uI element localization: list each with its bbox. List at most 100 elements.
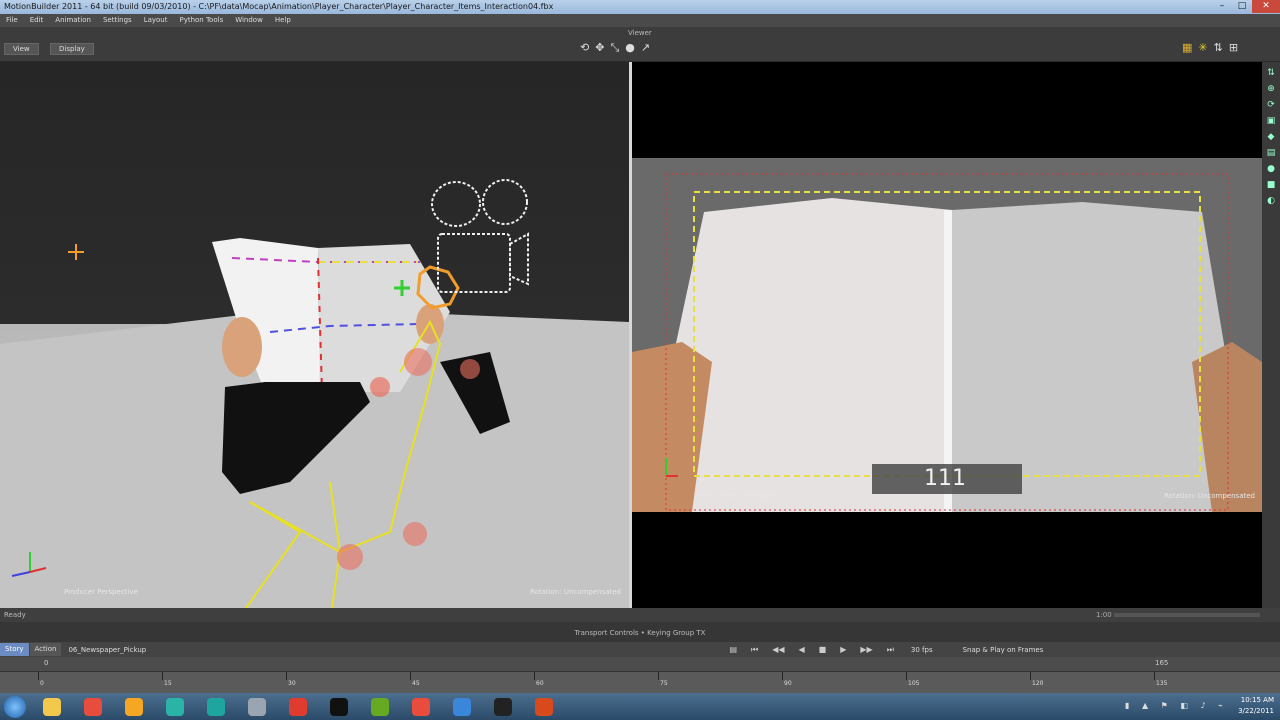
taskbar-apps	[30, 694, 563, 719]
play-button-icon[interactable]: ▶	[840, 645, 846, 654]
zoom-slider[interactable]	[1114, 613, 1260, 617]
transport-bar-label: Transport Controls • Keying Group TX	[574, 629, 706, 637]
viewer-toolbar: View Display Viewer ⟲ ✥ ⤡ ● ↗ ▦ ✳ ⇅ ⊞	[0, 27, 1280, 62]
folder-taskbar-button[interactable]	[115, 694, 153, 719]
eleven-icon	[330, 697, 348, 716]
prev-frame-icon[interactable]: ◀	[799, 645, 805, 654]
take-name[interactable]: 06_Newspaper_Pickup	[62, 646, 722, 654]
transport-controls: Story Action 06_Newspaper_Pickup ▤ ⏮ ◀◀ …	[0, 642, 1280, 657]
viewport-producer-perspective[interactable]: Producer Perspective Rotation: Uncompens…	[0, 62, 629, 608]
orbit-icon[interactable]: ⟳	[1267, 100, 1275, 110]
calendar-icon	[248, 697, 266, 716]
timeline-tick-label: 30	[288, 680, 296, 687]
obs-icon	[494, 697, 512, 716]
timeline-tick	[38, 672, 39, 680]
timeline-tick-label: 90	[784, 680, 792, 687]
menu-layout[interactable]: Layout	[144, 14, 168, 27]
menu-bar: File Edit Animation Settings Layout Pyth…	[0, 14, 1280, 27]
view-button[interactable]: View	[4, 43, 39, 55]
title-bar: MotionBuilder 2011 - 64 bit (build 09/03…	[0, 0, 1280, 14]
select-tool-icon[interactable]: ●	[625, 41, 635, 55]
record-icon	[535, 697, 553, 716]
system-tray-icons[interactable]: ▮ ▲ ⚑ ◧ ♪ ⌁	[1125, 701, 1228, 710]
rotate-tool-icon[interactable]: ⟲	[580, 41, 589, 55]
prev-key-icon[interactable]: ◀◀	[772, 645, 784, 654]
snap-mode-select[interactable]: Snap & Play on Frames	[963, 646, 1044, 654]
menu-animation[interactable]: Animation	[55, 14, 91, 27]
maya-taskbar-button[interactable]	[197, 694, 235, 719]
camera-render	[632, 158, 1262, 512]
light-icon[interactable]: ✳	[1198, 41, 1207, 54]
eleven-taskbar-button[interactable]	[320, 694, 358, 719]
right-camera-label: FPF_Camera (Perspective)	[698, 492, 790, 500]
window-controls: – □ ✕	[1212, 0, 1280, 14]
clock-date: 3/22/2011	[1238, 707, 1274, 715]
timeline-header: 0 165	[0, 657, 1280, 671]
timeline-tick-label: 75	[660, 680, 668, 687]
timeline-ruler[interactable]: 0 15 30 45 60 75 90 105 120 135	[0, 671, 1280, 693]
camera-wireframe-icon	[431, 179, 529, 293]
calendar-taskbar-button[interactable]	[238, 694, 276, 719]
obs-taskbar-button[interactable]	[484, 694, 522, 719]
menu-python-tools[interactable]: Python Tools	[179, 14, 223, 27]
status-text: Ready	[4, 611, 26, 619]
sphere-icon[interactable]: ●	[1267, 164, 1275, 174]
menu-edit[interactable]: Edit	[30, 14, 44, 27]
maya-icon	[207, 697, 225, 716]
cube-icon[interactable]: ■	[1267, 180, 1276, 190]
zoom-icon[interactable]: ⊕	[1267, 84, 1275, 94]
left-camera-label: Producer Perspective	[64, 588, 138, 596]
chrome-taskbar-button[interactable]	[74, 694, 112, 719]
end-frame[interactable]: 165	[1155, 659, 1168, 667]
transform-tools: ⟲ ✥ ⤡ ● ↗	[580, 41, 650, 55]
goto-start-icon[interactable]: ⏮	[751, 645, 758, 655]
timeline-tick	[410, 672, 411, 680]
status-bar: Ready 1:00	[0, 608, 1280, 622]
close-button[interactable]: ✕	[1252, 0, 1280, 13]
maximize-button[interactable]: □	[1232, 0, 1252, 13]
menu-settings[interactable]: Settings	[103, 14, 132, 27]
timeline-tick	[286, 672, 287, 680]
stop-icon[interactable]: ■	[819, 645, 827, 654]
chrome-icon	[84, 697, 102, 716]
viewport-fpf-camera[interactable]: 111 FPF_Camera (Perspective) Rotation: U…	[632, 62, 1262, 608]
current-frame[interactable]: 0	[44, 659, 48, 667]
tab-story[interactable]: Story	[0, 643, 29, 656]
record-taskbar-button[interactable]	[525, 694, 563, 719]
minimize-button[interactable]: –	[1212, 0, 1232, 13]
chrome2-taskbar-button[interactable]	[402, 694, 440, 719]
clock[interactable]: 10:15 AM 3/22/2011	[1238, 695, 1274, 717]
frame-icon[interactable]: ▣	[1267, 116, 1276, 126]
camera-switch-icon[interactable]: ⇅	[1214, 41, 1223, 54]
explorer-taskbar-button[interactable]	[33, 694, 71, 719]
move-tool-icon[interactable]: ✥	[595, 41, 604, 55]
scene-render	[0, 179, 629, 608]
goto-end-icon[interactable]: ⏭	[887, 645, 894, 655]
pivot-tool-icon[interactable]: ↗	[641, 41, 650, 55]
next-frame-icon[interactable]: ▶▶	[860, 645, 872, 654]
frame-counter: 111	[924, 466, 966, 491]
menu-help[interactable]: Help	[275, 14, 291, 27]
greenapp-taskbar-button[interactable]	[361, 694, 399, 719]
display-button[interactable]: Display	[50, 43, 94, 55]
pan-icon[interactable]: ⇅	[1267, 68, 1275, 78]
lock-icon[interactable]: ▤	[1267, 148, 1276, 158]
fps-select[interactable]: 30 fps	[911, 646, 933, 654]
vivaldi-taskbar-button[interactable]	[279, 694, 317, 719]
timeline-tick-label: 0	[40, 680, 44, 687]
tab-action[interactable]: Action	[29, 643, 62, 656]
render-icon[interactable]: ▦	[1182, 41, 1192, 54]
menu-window[interactable]: Window	[235, 14, 263, 27]
paint-taskbar-button[interactable]	[443, 694, 481, 719]
timeline-tick	[162, 672, 163, 680]
scale-tool-icon[interactable]: ⤡	[610, 41, 619, 55]
key-icon[interactable]: ◆	[1268, 132, 1275, 142]
bone-icon[interactable]: ◐	[1267, 196, 1275, 206]
options-icon[interactable]: ⊞	[1229, 41, 1238, 54]
left-mode-label: Rotation: Uncompensated	[530, 588, 621, 596]
motionbuilder-taskbar-button[interactable]	[156, 694, 194, 719]
window-title: MotionBuilder 2011 - 64 bit (build 09/03…	[4, 2, 554, 11]
layer-icon[interactable]: ▤	[729, 645, 737, 654]
start-button[interactable]	[0, 693, 30, 720]
menu-file[interactable]: File	[6, 14, 18, 27]
